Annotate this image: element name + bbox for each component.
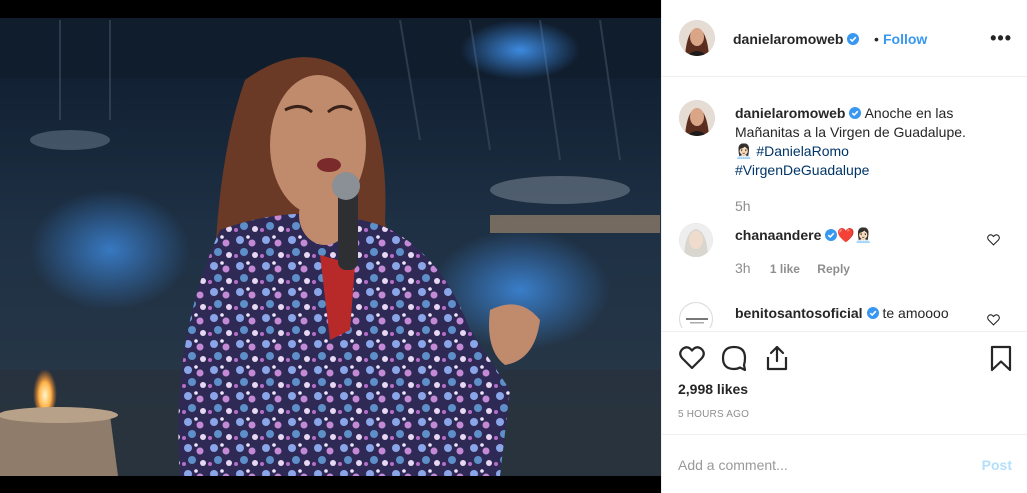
caption-row: danielaromoweb Anoche en las Mañanitas a… (662, 78, 1027, 218)
comment-timestamp[interactable]: 3h (735, 260, 751, 276)
reply-button[interactable]: Reply (817, 262, 850, 276)
comment-body: te amoooo (882, 305, 949, 321)
caption-meta: 5h (735, 198, 767, 214)
follow-button[interactable]: Follow (883, 31, 927, 47)
comments-list[interactable]: danielaromoweb Anoche en las Mañanitas a… (662, 78, 1027, 328)
comment-row: benitosantosoficial te amoooo (662, 298, 1027, 328)
share-icon[interactable] (763, 344, 791, 372)
verified-badge-icon (847, 33, 860, 45)
hashtag-link[interactable]: #DanielaRomo (756, 143, 849, 159)
author-avatar[interactable] (679, 20, 715, 56)
post-photo-singer (0, 0, 661, 493)
caption-username[interactable]: danielaromoweb (735, 105, 845, 121)
post-comment-button[interactable]: Post (982, 457, 1012, 473)
comment-text: benitosantosoficial te amoooo (735, 304, 1004, 323)
avatar-image (679, 100, 715, 136)
comment-composer: Post (662, 434, 1027, 493)
caption-emoji: 👩🏻‍💼 (735, 143, 753, 159)
comment-meta: 3h 1 like Reply (735, 260, 864, 276)
caption-text: danielaromoweb Anoche en las Mañanitas a… (735, 104, 1004, 180)
avatar-image (679, 223, 713, 257)
comment-like-heart-icon[interactable] (987, 314, 1000, 326)
commenter-username[interactable]: benitosantosoficial (735, 305, 863, 321)
comment-likes-count[interactable]: 1 like (770, 262, 800, 276)
caption-avatar[interactable] (679, 100, 715, 136)
comment-body: ❤️👩🏻‍💼 (837, 227, 873, 243)
comment-icon[interactable] (720, 344, 748, 372)
commenter-avatar[interactable] (679, 223, 713, 257)
post-timestamp[interactable]: 5 HOURS AGO (678, 409, 749, 420)
avatar-image (680, 303, 712, 328)
author-username-text[interactable]: danielaromoweb (733, 31, 843, 47)
post-header: danielaromoweb • Follow ••• (662, 0, 1027, 77)
more-options-icon[interactable]: ••• (990, 28, 1012, 49)
author-username[interactable]: danielaromoweb (733, 31, 860, 47)
comment-row: chanaandere ❤️👩🏻‍💼 3h 1 like Reply (662, 218, 1027, 298)
caption-timestamp[interactable]: 5h (735, 198, 751, 214)
verified-badge-icon (866, 307, 879, 319)
comment-input[interactable] (678, 453, 958, 477)
commenter-username[interactable]: chanaandere (735, 227, 821, 243)
verified-badge-icon (825, 229, 838, 241)
avatar-image (679, 20, 715, 56)
comment-like-heart-icon[interactable] (987, 234, 1000, 246)
bookmark-icon[interactable] (987, 344, 1015, 372)
hashtag-link[interactable]: #VirgenDeGuadalupe (735, 162, 869, 178)
likes-count[interactable]: 2,998 likes (678, 381, 748, 397)
comment-text: chanaandere ❤️👩🏻‍💼 (735, 226, 1004, 245)
heart-icon[interactable] (678, 344, 706, 372)
post-actions: 2,998 likes 5 HOURS AGO (662, 331, 1027, 433)
commenter-avatar[interactable] (679, 302, 713, 328)
verified-badge-icon (849, 107, 862, 119)
header-separator: • (874, 31, 879, 47)
post-side-panel: danielaromoweb • Follow ••• danielaromow… (661, 0, 1027, 493)
post-image[interactable] (0, 0, 661, 493)
